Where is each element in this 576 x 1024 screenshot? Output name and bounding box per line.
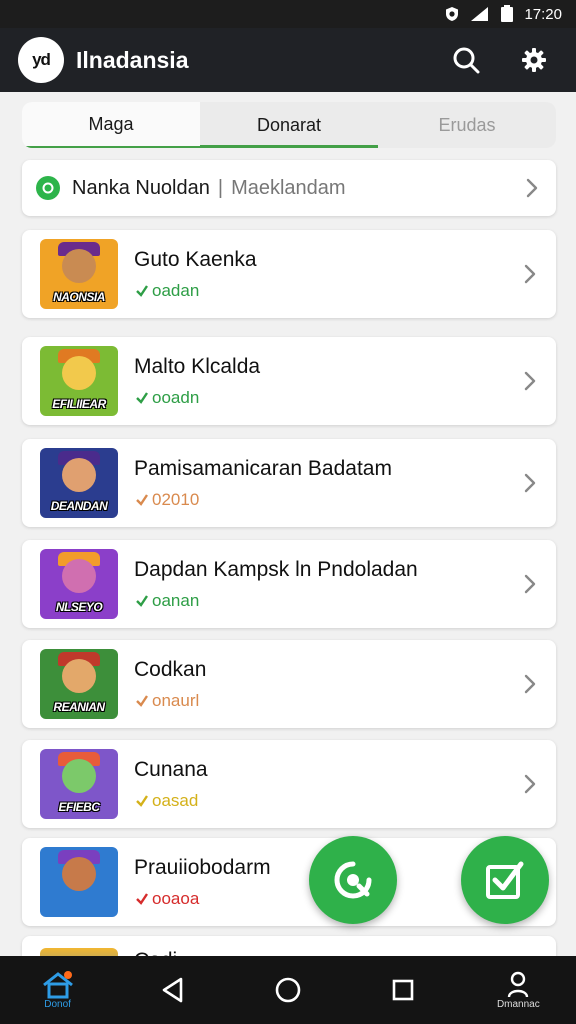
app-logo[interactable]: yd [18, 37, 64, 83]
status-dot-icon [36, 176, 60, 200]
settings-icon [522, 48, 546, 72]
chevron-right-icon [520, 371, 540, 391]
chevron-right-icon [520, 574, 540, 594]
compose-fab[interactable] [461, 836, 549, 924]
item-status: oanan [134, 591, 520, 611]
call-fab[interactable] [309, 836, 397, 924]
shield-icon [444, 6, 460, 22]
item-status: 02010 [134, 490, 520, 510]
game-thumbnail: NAONSIA [40, 239, 118, 309]
list-item[interactable]: EFIEBC Cunana oasad [22, 740, 556, 828]
system-nav-bar: Donof Dmannac [0, 956, 576, 1024]
nav-home-label: Donof [44, 998, 71, 1010]
game-thumbnail: REANIAN [40, 649, 118, 719]
game-thumbnail: NLSEYO [40, 549, 118, 619]
status-bar: 17:20 [0, 0, 576, 28]
check-icon [134, 593, 150, 609]
game-thumbnail [40, 847, 118, 917]
list-item[interactable]: NAONSIA Guto Kaenka oadan [22, 230, 556, 318]
nav-home-button[interactable] [248, 960, 328, 1020]
home-icon [42, 970, 73, 998]
game-thumbnail: EFILIIEAR [40, 346, 118, 416]
item-title: Guto Kaenka [134, 248, 257, 271]
check-icon [134, 390, 150, 406]
featured-separator: | [217, 176, 224, 199]
check-icon [134, 793, 150, 809]
chevron-right-icon [520, 674, 540, 694]
settings-button[interactable] [510, 36, 558, 84]
profile-icon [508, 971, 529, 997]
list-item[interactable]: REANIAN Codkan onaurl [22, 640, 556, 728]
chevron-right-icon [520, 473, 540, 493]
list-item[interactable]: DEANDAN Pamisamanicaran Badatam 02010 [22, 439, 556, 527]
nav-profile-label: Dmannac [496, 998, 540, 1010]
item-status: onaurl [134, 691, 520, 711]
item-title: Dapdan Kampsk ln Pndoladan [134, 558, 418, 581]
battery-icon [500, 5, 514, 23]
edit-check-icon [486, 861, 524, 899]
recents-icon [392, 979, 414, 1001]
tab-maga[interactable]: Maga [22, 102, 200, 148]
status-time: 17:20 [524, 5, 562, 23]
search-button[interactable] [442, 36, 490, 84]
check-icon [134, 492, 150, 508]
home-circle-icon [275, 977, 301, 1003]
back-icon [162, 977, 183, 1003]
featured-title: Nanka Nuoldan [72, 176, 210, 199]
check-icon [134, 693, 150, 709]
item-title: Cunana [134, 758, 208, 781]
signal-icon [470, 6, 490, 22]
nav-profile[interactable]: Dmannac [478, 960, 558, 1020]
chevron-right-icon [520, 774, 540, 794]
search-icon [453, 47, 480, 74]
app-title: Ilnadansia [76, 46, 189, 73]
chevron-right-icon [522, 178, 542, 198]
tab-erudas[interactable]: Erudas [378, 102, 556, 148]
check-icon [134, 891, 150, 907]
list-item[interactable]: NLSEYO Dapdan Kampsk ln Pndoladan oanan [22, 540, 556, 628]
item-status: ooadn [134, 388, 520, 408]
nav-back-button[interactable] [133, 960, 213, 1020]
item-title: Codkan [134, 658, 207, 681]
tab-bar: Maga Donarat Erudas [22, 102, 556, 148]
chevron-right-icon [520, 264, 540, 284]
app-bar: yd Ilnadansia [0, 28, 576, 92]
game-thumbnail: DEANDAN [40, 448, 118, 518]
list-item[interactable]: EFILIIEAR Malto Klcalda ooadn [22, 337, 556, 425]
nav-recents-button[interactable] [363, 960, 443, 1020]
call-icon [334, 861, 372, 899]
check-icon [134, 283, 150, 299]
nav-home[interactable]: Donof [18, 960, 98, 1020]
item-status: oadan [134, 281, 520, 301]
item-title: Pamisamanicaran Badatam [134, 457, 392, 480]
tab-donarat[interactable]: Donarat [200, 102, 378, 148]
item-status: oasad [134, 791, 520, 811]
featured-subtitle: Maeklandam [231, 176, 346, 199]
game-thumbnail: EFIEBC [40, 749, 118, 819]
featured-row[interactable]: Nanka Nuoldan | Maeklandam [22, 160, 556, 216]
item-title: Malto Klcalda [134, 355, 261, 378]
